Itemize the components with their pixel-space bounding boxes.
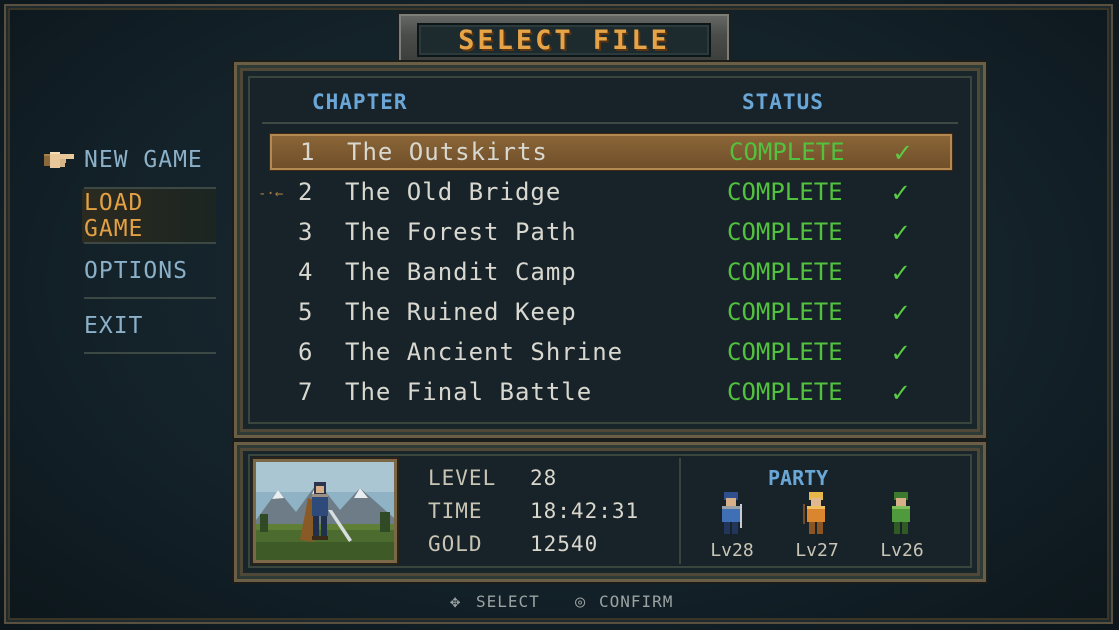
title-inner: SELECT FILE bbox=[417, 23, 711, 57]
select-hint-label: SELECT bbox=[476, 592, 540, 611]
title-plate: SELECT FILE bbox=[397, 12, 731, 68]
menu-item-load-game[interactable]: LOAD GAME bbox=[82, 189, 216, 243]
chapter-name: The Old Bridge bbox=[345, 178, 562, 206]
ranger-sprite-icon bbox=[892, 492, 910, 534]
chapter-number: 3 bbox=[298, 218, 313, 246]
party-member-level: Lv28 bbox=[710, 540, 754, 561]
pointing-hand-icon bbox=[44, 152, 74, 168]
gold-value: 12540 bbox=[530, 532, 599, 556]
chapter-name: The Final Battle bbox=[345, 378, 593, 406]
chapter-number: 1 bbox=[300, 138, 315, 166]
page-title: SELECT FILE bbox=[458, 24, 670, 56]
chapter-row-2[interactable]: 2 The Old Bridge COMPLETE ✓ bbox=[270, 174, 952, 210]
chapter-number: 5 bbox=[298, 298, 313, 326]
chapter-column-header: CHAPTER bbox=[312, 90, 408, 114]
chapter-status: COMPLETE bbox=[727, 338, 843, 366]
chapter-number: 4 bbox=[298, 258, 313, 286]
chapter-name: The Ruined Keep bbox=[345, 298, 577, 326]
menu-item-label: EXIT bbox=[84, 313, 144, 339]
chapter-status: COMPLETE bbox=[727, 298, 843, 326]
chapter-row-4[interactable]: 4 The Bandit Camp COMPLETE ✓ bbox=[270, 254, 952, 290]
party-title: PARTY bbox=[768, 466, 829, 490]
time-label: TIME bbox=[428, 499, 483, 523]
checkmark-icon: ✓ bbox=[892, 175, 909, 209]
chapter-name: The Bandit Camp bbox=[345, 258, 577, 286]
dpad-icon: ✥ bbox=[450, 592, 461, 612]
menu-item-options[interactable]: OPTIONS bbox=[82, 244, 216, 298]
hero-portrait bbox=[253, 459, 397, 563]
time-value: 18:42:31 bbox=[530, 499, 640, 523]
chapter-name: The Forest Path bbox=[345, 218, 577, 246]
chapter-name: The Ancient Shrine bbox=[345, 338, 624, 366]
menu-item-label: LOAD GAME bbox=[84, 190, 144, 242]
menu-item-label: NEW GAME bbox=[84, 147, 203, 173]
chapter-status: COMPLETE bbox=[729, 138, 845, 166]
party-member-3: Lv26 bbox=[872, 488, 932, 568]
level-value: 28 bbox=[530, 466, 558, 490]
menu-divider bbox=[84, 352, 216, 354]
checkmark-icon: ✓ bbox=[892, 335, 909, 369]
info-divider bbox=[679, 458, 681, 564]
party-member-level: Lv26 bbox=[880, 540, 924, 561]
party-member-1: Lv28 bbox=[702, 488, 762, 568]
hero-portrait-image bbox=[256, 462, 394, 560]
gold-label: GOLD bbox=[428, 532, 483, 556]
chapter-number: 6 bbox=[298, 338, 313, 366]
menu-item-new-game[interactable]: NEW GAME bbox=[82, 133, 216, 187]
chapter-status: COMPLETE bbox=[727, 258, 843, 286]
checkmark-icon: ✓ bbox=[894, 135, 911, 169]
menu-item-exit[interactable]: EXIT bbox=[82, 299, 216, 353]
party-member-2: Lv27 bbox=[787, 488, 847, 568]
chapter-row-7[interactable]: 7 The Final Battle COMPLETE ✓ bbox=[270, 374, 952, 410]
chapter-row-6[interactable]: 6 The Ancient Shrine COMPLETE ✓ bbox=[270, 334, 952, 370]
knight-sprite-icon bbox=[722, 492, 742, 534]
checkmark-icon: ✓ bbox=[892, 375, 909, 409]
status-column-header: STATUS bbox=[742, 90, 824, 114]
chapter-row-1[interactable]: 1 The Outskirts COMPLETE ✓ bbox=[270, 134, 952, 170]
confirm-hint-label: CONFIRM bbox=[599, 592, 674, 611]
chapter-status: COMPLETE bbox=[727, 378, 843, 406]
chapter-status: COMPLETE bbox=[727, 178, 843, 206]
archer-sprite-icon bbox=[803, 492, 825, 534]
chapter-row-5[interactable]: 5 The Ruined Keep COMPLETE ✓ bbox=[270, 294, 952, 330]
header-divider bbox=[262, 122, 958, 124]
level-label: LEVEL bbox=[428, 466, 497, 490]
menu-item-label: OPTIONS bbox=[84, 258, 188, 284]
circle-button-icon: ◎ bbox=[575, 592, 586, 612]
chapter-list-panel bbox=[248, 76, 972, 424]
chapter-number: 2 bbox=[298, 178, 313, 206]
chapter-name: The Outskirts bbox=[347, 138, 548, 166]
chapter-status: COMPLETE bbox=[727, 218, 843, 246]
chapter-number: 7 bbox=[298, 378, 313, 406]
checkmark-icon: ✓ bbox=[892, 255, 909, 289]
chapter-row-3[interactable]: 3 The Forest Path COMPLETE ✓ bbox=[270, 214, 952, 250]
checkmark-icon: ✓ bbox=[892, 215, 909, 249]
checkmark-icon: ✓ bbox=[892, 295, 909, 329]
party-member-level: Lv27 bbox=[795, 540, 839, 561]
